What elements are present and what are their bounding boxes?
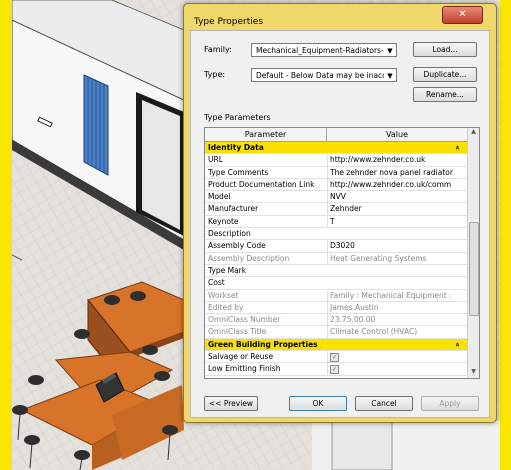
type-properties-dialog: Type Properties ✕ Family: Mechanical_Equ…: [183, 3, 497, 423]
checkbox[interactable]: ✓: [330, 352, 339, 362]
parameter-name: Model: [208, 192, 231, 202]
parameter-value[interactable]: http://www.zehnder.co.uk/comm: [327, 178, 468, 191]
checkbox[interactable]: ✓: [330, 364, 339, 374]
parameter-value[interactable]: D3020: [327, 240, 468, 252]
parameter-value[interactable]: The zehnder nova panel radiator: [327, 166, 468, 178]
parameter-value: Climate Control (HVAC): [327, 326, 468, 338]
close-button[interactable]: ✕: [442, 6, 483, 24]
dialog-titlebar[interactable]: Type Properties ✕: [184, 4, 496, 30]
parameter-name: Low Emitting Finish: [208, 364, 281, 374]
parameter-value[interactable]: NVV: [327, 191, 468, 203]
parameter-row[interactable]: Assembly Description Heat Generating Syst…: [205, 252, 468, 265]
cancel-button[interactable]: Cancel: [355, 396, 413, 411]
parameter-name: Type Comments: [208, 167, 269, 177]
parameter-name: Manufacturer: [208, 204, 259, 214]
parameter-name: OmniClass Title: [208, 327, 267, 337]
parameter-row[interactable]: Salvage or Reuse ✓: [205, 351, 468, 364]
type-value: Default - Below Data may be inaccurate: [256, 71, 397, 80]
collapse-chevron-icon[interactable]: »: [453, 342, 464, 347]
parameter-row[interactable]: OmniClass Title Climate Control (HVAC): [205, 326, 468, 339]
parameter-group-row[interactable]: Green Building Properties »: [205, 338, 467, 352]
parameter-value: James.Austin: [327, 301, 468, 314]
parameter-name: Type Mark: [208, 265, 247, 275]
parameter-row[interactable]: Type Comments The zehnder nova panel radi…: [205, 166, 468, 179]
parameter-row[interactable]: Assembly Code D3020: [205, 240, 468, 253]
parameter-rows: Identity Data » URL http://www.zehnder.co.u…: [205, 142, 467, 376]
parameter-row[interactable]: Workset Family : Mechanical Equipment :: [205, 289, 468, 302]
parameter-row[interactable]: Cost: [205, 277, 467, 290]
load-button[interactable]: Load...: [413, 42, 477, 57]
parameter-name: Keynote: [208, 216, 239, 226]
family-value: Mechanical_Equipment-Radiators-Zehnde: [256, 46, 397, 55]
type-label: Type:: [204, 70, 226, 79]
duplicate-button[interactable]: Duplicate...: [413, 67, 477, 82]
family-label: Family:: [204, 45, 232, 54]
parameter-name: Assembly Description: [208, 253, 290, 263]
family-select[interactable]: Mechanical_Equipment-Radiators-Zehnde ▼: [251, 43, 397, 57]
parameter-row[interactable]: Keynote T: [205, 215, 468, 229]
group-label: Green Building Properties: [208, 339, 318, 349]
preview-button[interactable]: << Preview: [204, 396, 258, 411]
type-parameters-label: Type Parameters: [204, 113, 271, 122]
parameter-name: Description: [208, 229, 251, 239]
scroll-down-icon[interactable]: ▼: [468, 368, 479, 378]
parameter-row[interactable]: Edited by James.Austin: [205, 301, 468, 315]
ok-button[interactable]: OK: [289, 396, 347, 411]
parameter-row[interactable]: Product Documentation Link http://www.zeh…: [205, 178, 468, 192]
parameter-value[interactable]: Zehnder: [327, 203, 468, 215]
parameter-value[interactable]: T: [327, 215, 468, 228]
type-select[interactable]: Default - Below Data may be inaccurate ▼: [251, 68, 397, 82]
dropdown-arrow-icon: ▼: [384, 69, 396, 81]
collapse-chevron-icon[interactable]: »: [453, 145, 464, 150]
parameter-row[interactable]: Manufacturer Zehnder: [205, 203, 468, 216]
parameter-name: Edited by: [208, 302, 244, 312]
parameter-value: Heat Generating Systems: [327, 252, 468, 264]
parameter-name: Product Documentation Link: [208, 179, 315, 189]
parameter-row[interactable]: Description: [205, 228, 467, 241]
parameter-name: OmniClass Number: [208, 315, 281, 325]
type-parameters-grid[interactable]: Parameter Value Identity Data » URL http://…: [204, 127, 480, 379]
parameter-name: Cost: [208, 278, 225, 288]
dialog-client-area: Family: Mechanical_Equipment-Radiators-Z…: [190, 30, 490, 418]
parameter-value[interactable]: ✓: [327, 363, 468, 375]
parameter-row[interactable]: OmniClass Number 23.75.00.00: [205, 314, 468, 327]
group-label: Identity Data: [208, 143, 264, 152]
scroll-up-icon[interactable]: ▲: [468, 128, 479, 138]
parameter-row[interactable]: URL http://www.zehnder.co.uk: [205, 154, 468, 167]
parameter-value: 23.75.00.00: [327, 314, 468, 326]
parameter-value[interactable]: http://www.zehnder.co.uk: [327, 154, 468, 166]
grid-scrollbar[interactable]: ▲ ▼: [467, 128, 479, 378]
scrollbar-thumb[interactable]: [469, 222, 479, 316]
apply-button[interactable]: Apply: [421, 396, 479, 411]
dropdown-arrow-icon: ▼: [384, 44, 396, 56]
parameter-name: Salvage or Reuse: [208, 352, 274, 362]
column-header-value[interactable]: Value: [327, 128, 467, 141]
parameter-value: Family : Mechanical Equipment :: [327, 289, 468, 301]
parameter-row[interactable]: Low Emitting Finish ✓: [205, 363, 468, 376]
parameter-value[interactable]: ✓: [327, 351, 468, 363]
rename-button[interactable]: Rename...: [413, 87, 477, 102]
parameter-name: Assembly Code: [208, 241, 266, 251]
parameter-group-row[interactable]: Identity Data »: [205, 142, 467, 155]
parameter-row[interactable]: Type Mark: [205, 265, 467, 278]
dialog-title: Type Properties: [194, 17, 264, 27]
column-header-parameter[interactable]: Parameter: [205, 128, 327, 141]
parameter-row[interactable]: Model NVV: [205, 191, 468, 204]
parameter-name: Workset: [208, 290, 239, 300]
grid-header: Parameter Value: [205, 128, 467, 142]
parameter-name: URL: [208, 155, 223, 165]
